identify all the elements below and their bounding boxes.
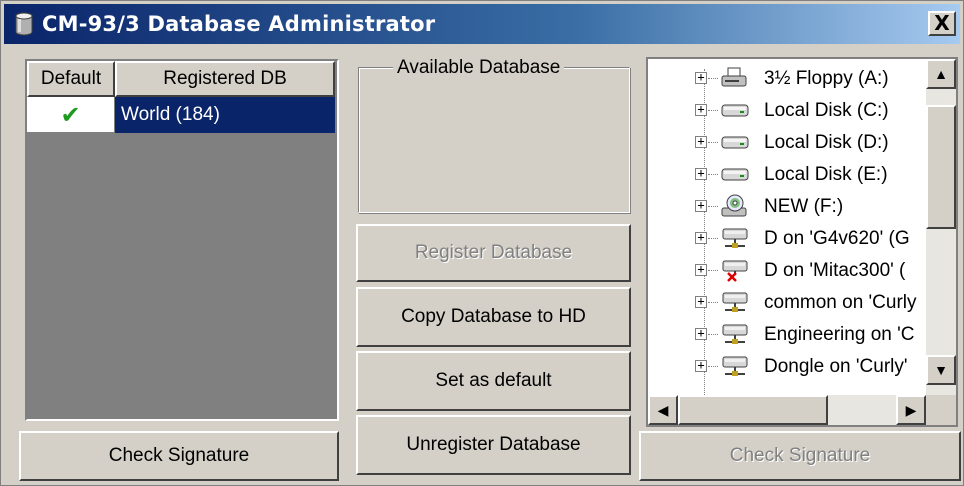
tree-item[interactable]: + Dongle on 'Curly' <box>648 351 938 382</box>
expand-plus-icon[interactable]: + <box>695 359 707 372</box>
network-drive-icon <box>720 290 750 314</box>
registered-db-cell[interactable]: World (184) <box>115 97 335 133</box>
database-icon <box>14 12 34 36</box>
drive-tree-view[interactable]: +3½ Floppy (A:) + Local Disk (C:) + Local Di… <box>646 57 958 427</box>
tree-branch-line <box>708 334 718 335</box>
arrow-down-icon: ▼ <box>934 362 948 378</box>
tree-item[interactable]: + D on 'G4v620' (G <box>648 223 938 254</box>
tree-item-label: D on 'Mitac300' ( <box>764 259 906 281</box>
available-database-label: Available Database <box>393 57 565 79</box>
registered-db-grid[interactable]: Default Registered DB ✔ World (184) <box>25 59 339 421</box>
tree-item-label: Engineering on 'C <box>764 323 915 345</box>
tree-item[interactable]: + NEW (F:) <box>648 191 938 222</box>
network-drive-icon <box>720 322 750 346</box>
column-header-registered-db[interactable]: Registered DB <box>115 61 335 97</box>
unregister-database-button[interactable]: Unregister Database <box>356 415 631 475</box>
tree-item[interactable]: + common on 'Curly <box>648 287 938 318</box>
tree-item-label: Dongle on 'Curly' <box>764 355 908 377</box>
hard-drive-icon <box>720 130 750 154</box>
disconnected-network-drive-icon <box>720 258 750 282</box>
tree-branch-line <box>708 142 718 143</box>
check-icon: ✔ <box>60 100 81 129</box>
tree-item[interactable]: + Local Disk (E:) <box>648 159 938 190</box>
arrow-right-icon: ▶ <box>905 401 917 418</box>
expand-plus-icon[interactable]: + <box>695 263 707 276</box>
tree-item-label: Local Disk (E:) <box>764 163 888 185</box>
tree-branch-line <box>708 110 718 111</box>
tree-branch-line <box>708 366 718 367</box>
tree-item[interactable]: + Engineering on 'C <box>648 319 938 350</box>
title-bar[interactable]: CM-93/3 Database Administrator X <box>4 4 960 44</box>
window-title: CM-93/3 Database Administrator <box>42 12 436 36</box>
tree-item-label: common on 'Curly <box>764 291 917 313</box>
expand-plus-icon[interactable]: + <box>695 71 707 84</box>
tree-branch-line <box>708 174 718 175</box>
default-cell[interactable]: ✔ <box>27 97 115 133</box>
tree-branch-line <box>708 270 718 271</box>
floppy-drive-icon <box>720 66 750 90</box>
network-drive-icon <box>720 226 750 250</box>
expand-plus-icon[interactable]: + <box>695 135 707 148</box>
horizontal-scrollbar[interactable]: ◀ ▶ <box>648 395 926 425</box>
horizontal-scroll-thumb[interactable] <box>678 395 828 425</box>
tree-branch-line <box>708 78 718 79</box>
tree-branch-line <box>708 238 718 239</box>
scroll-up-button[interactable]: ▲ <box>926 59 956 89</box>
close-icon: X <box>934 11 950 35</box>
tree-item-label: 3½ Floppy (A:) <box>764 67 889 89</box>
expand-plus-icon[interactable]: + <box>695 103 707 116</box>
expand-plus-icon[interactable]: + <box>695 295 707 308</box>
arrow-up-icon: ▲ <box>934 66 948 82</box>
tree-item[interactable]: + D on 'Mitac300' ( <box>648 255 938 286</box>
expand-plus-icon[interactable]: + <box>695 231 707 244</box>
copy-database-button[interactable]: Copy Database to HD <box>356 287 631 347</box>
scroll-down-button[interactable]: ▼ <box>926 355 956 385</box>
tree-branch-line <box>708 206 718 207</box>
expand-plus-icon[interactable]: + <box>695 327 707 340</box>
vertical-scrollbar[interactable]: ▲ ▼ <box>926 59 956 395</box>
arrow-left-icon: ◀ <box>657 401 669 418</box>
tree-item-label: Local Disk (D:) <box>764 131 889 153</box>
vertical-scroll-thumb[interactable] <box>926 105 956 229</box>
expand-plus-icon[interactable]: + <box>695 167 707 180</box>
hard-drive-icon <box>720 162 750 186</box>
scrollbar-corner <box>926 395 956 425</box>
scroll-left-button[interactable]: ◀ <box>648 395 678 425</box>
cd-drive-icon <box>720 194 750 218</box>
database-admin-window: CM-93/3 Database Administrator X Default… <box>0 0 964 486</box>
tree-item[interactable]: + Local Disk (C:) <box>648 95 938 126</box>
check-signature-right-button[interactable]: Check Signature <box>639 431 961 481</box>
tree-item-label: D on 'G4v620' (G <box>764 227 910 249</box>
tree-item-label: Local Disk (C:) <box>764 99 889 121</box>
check-signature-left-button[interactable]: Check Signature <box>19 431 339 481</box>
network-drive-icon <box>720 354 750 378</box>
close-button[interactable]: X <box>928 11 956 36</box>
hard-drive-icon <box>720 98 750 122</box>
column-header-default[interactable]: Default <box>27 61 115 97</box>
tree-item[interactable]: +3½ Floppy (A:) <box>648 63 938 94</box>
expand-plus-icon[interactable]: + <box>695 199 707 212</box>
scroll-right-button[interactable]: ▶ <box>896 395 926 425</box>
tree-item-label: NEW (F:) <box>764 195 844 217</box>
tree-branch-line <box>708 302 718 303</box>
available-database-group <box>358 67 630 213</box>
set-as-default-button[interactable]: Set as default <box>356 351 631 411</box>
register-database-button[interactable]: Register Database <box>356 224 631 282</box>
tree-item[interactable]: + Local Disk (D:) <box>648 127 938 158</box>
